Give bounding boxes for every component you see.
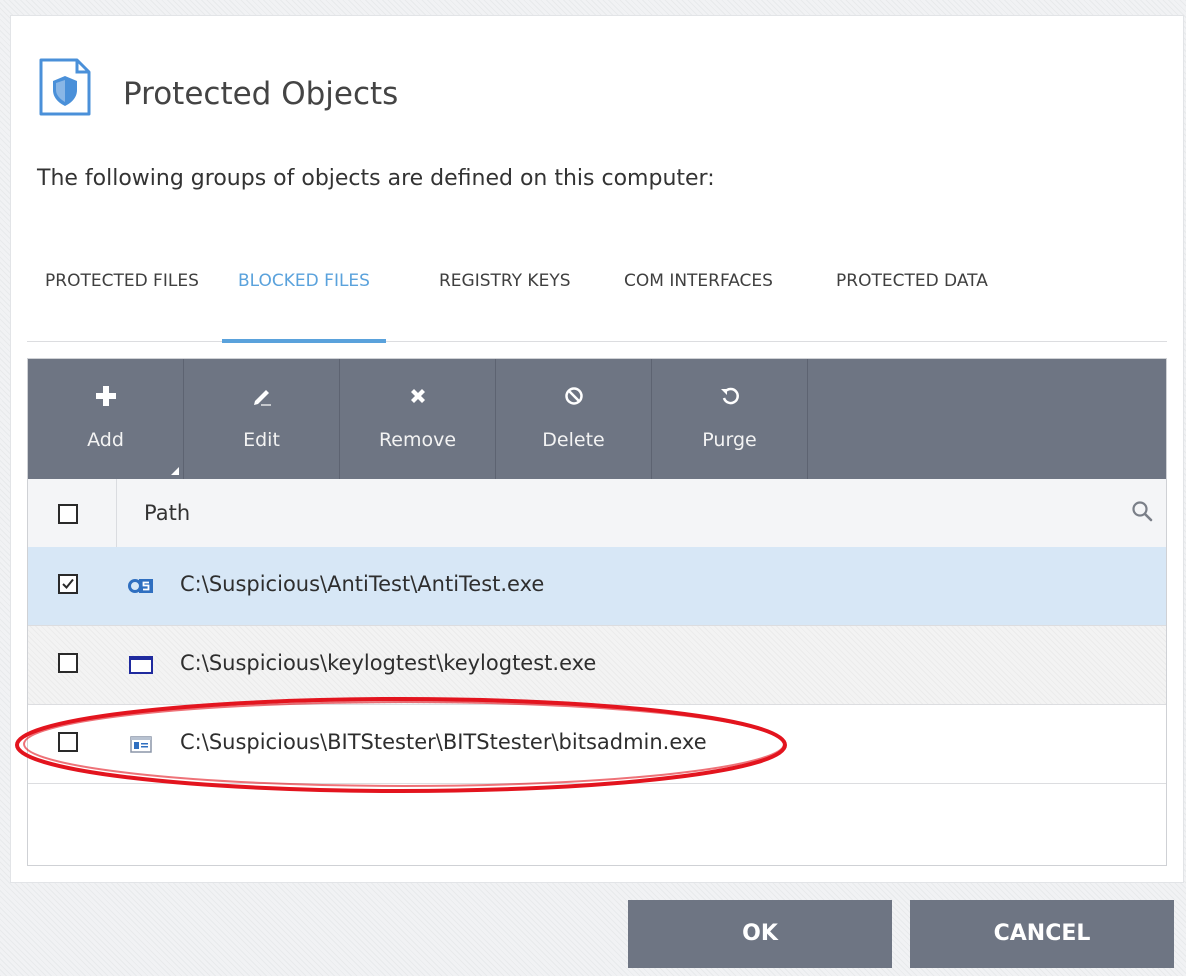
table-row[interactable]: C:\Suspicious\AntiTest\AntiTest.exe bbox=[28, 547, 1166, 626]
x-icon bbox=[410, 389, 425, 403]
toolbar: Add Edit Remove Delete Purge bbox=[28, 359, 1166, 479]
refresh-icon bbox=[720, 387, 739, 405]
tab-registry-keys[interactable]: REGISTRY KEYS bbox=[439, 271, 571, 339]
column-separator bbox=[116, 479, 117, 547]
delete-button[interactable]: Delete bbox=[496, 359, 652, 479]
path-column-header[interactable]: Path bbox=[144, 501, 190, 525]
dialog-subtitle: The following groups of objects are defi… bbox=[37, 166, 715, 191]
shield-document-icon bbox=[39, 58, 91, 116]
tab-com-interfaces[interactable]: COM INTERFACES bbox=[624, 271, 773, 339]
plus-icon bbox=[95, 386, 116, 406]
edit-button[interactable]: Edit bbox=[184, 359, 340, 479]
dialog-title: Protected Objects bbox=[123, 76, 399, 112]
table-row[interactable]: C:\Suspicious\keylogtest\keylogtest.exe bbox=[28, 626, 1166, 705]
pencil-icon bbox=[253, 390, 271, 406]
select-all-checkbox[interactable] bbox=[58, 504, 78, 524]
tab-blocked-files[interactable]: BLOCKED FILES bbox=[222, 271, 386, 343]
purge-button-label: Purge bbox=[702, 429, 757, 451]
row-checkbox[interactable] bbox=[58, 653, 78, 673]
cancel-button[interactable]: CANCEL bbox=[910, 900, 1174, 968]
remove-button-label: Remove bbox=[378, 429, 457, 451]
delete-button-label: Delete bbox=[542, 429, 605, 451]
window-icon bbox=[129, 656, 153, 674]
add-button[interactable]: Add bbox=[28, 359, 184, 479]
row-path: C:\Suspicious\keylogtest\keylogtest.exe bbox=[180, 651, 597, 675]
blocked-files-grid: Add Edit Remove Delete Purge Path C:\Sus… bbox=[27, 358, 1167, 866]
row-path: C:\Suspicious\BITStester\BITStester\bits… bbox=[180, 730, 707, 754]
exe-cs-icon bbox=[128, 579, 153, 593]
edit-button-label: Edit bbox=[243, 429, 280, 451]
purge-button[interactable]: Purge bbox=[652, 359, 808, 479]
tab-protected-data[interactable]: PROTECTED DATA bbox=[836, 271, 988, 339]
search-icon[interactable] bbox=[1130, 499, 1154, 523]
add-button-label: Add bbox=[87, 429, 124, 451]
dropdown-corner-icon bbox=[171, 467, 179, 475]
app-window-icon bbox=[130, 736, 152, 753]
row-checkbox[interactable] bbox=[58, 574, 78, 594]
block-icon bbox=[564, 387, 583, 405]
row-path: C:\Suspicious\AntiTest\AntiTest.exe bbox=[180, 572, 545, 596]
tab-bar: PROTECTED FILES BLOCKED FILES REGISTRY K… bbox=[27, 261, 1167, 343]
tab-protected-files[interactable]: PROTECTED FILES bbox=[45, 271, 199, 339]
ok-button[interactable]: OK bbox=[628, 900, 892, 968]
row-checkbox[interactable] bbox=[58, 732, 78, 752]
checkmark-icon bbox=[62, 578, 74, 589]
protected-objects-panel: Protected Objects The following groups o… bbox=[10, 15, 1184, 883]
remove-button[interactable]: Remove bbox=[340, 359, 496, 479]
table-header: Path bbox=[28, 479, 1166, 548]
table-row[interactable]: C:\Suspicious\BITStester\BITStester\bits… bbox=[28, 705, 1166, 784]
